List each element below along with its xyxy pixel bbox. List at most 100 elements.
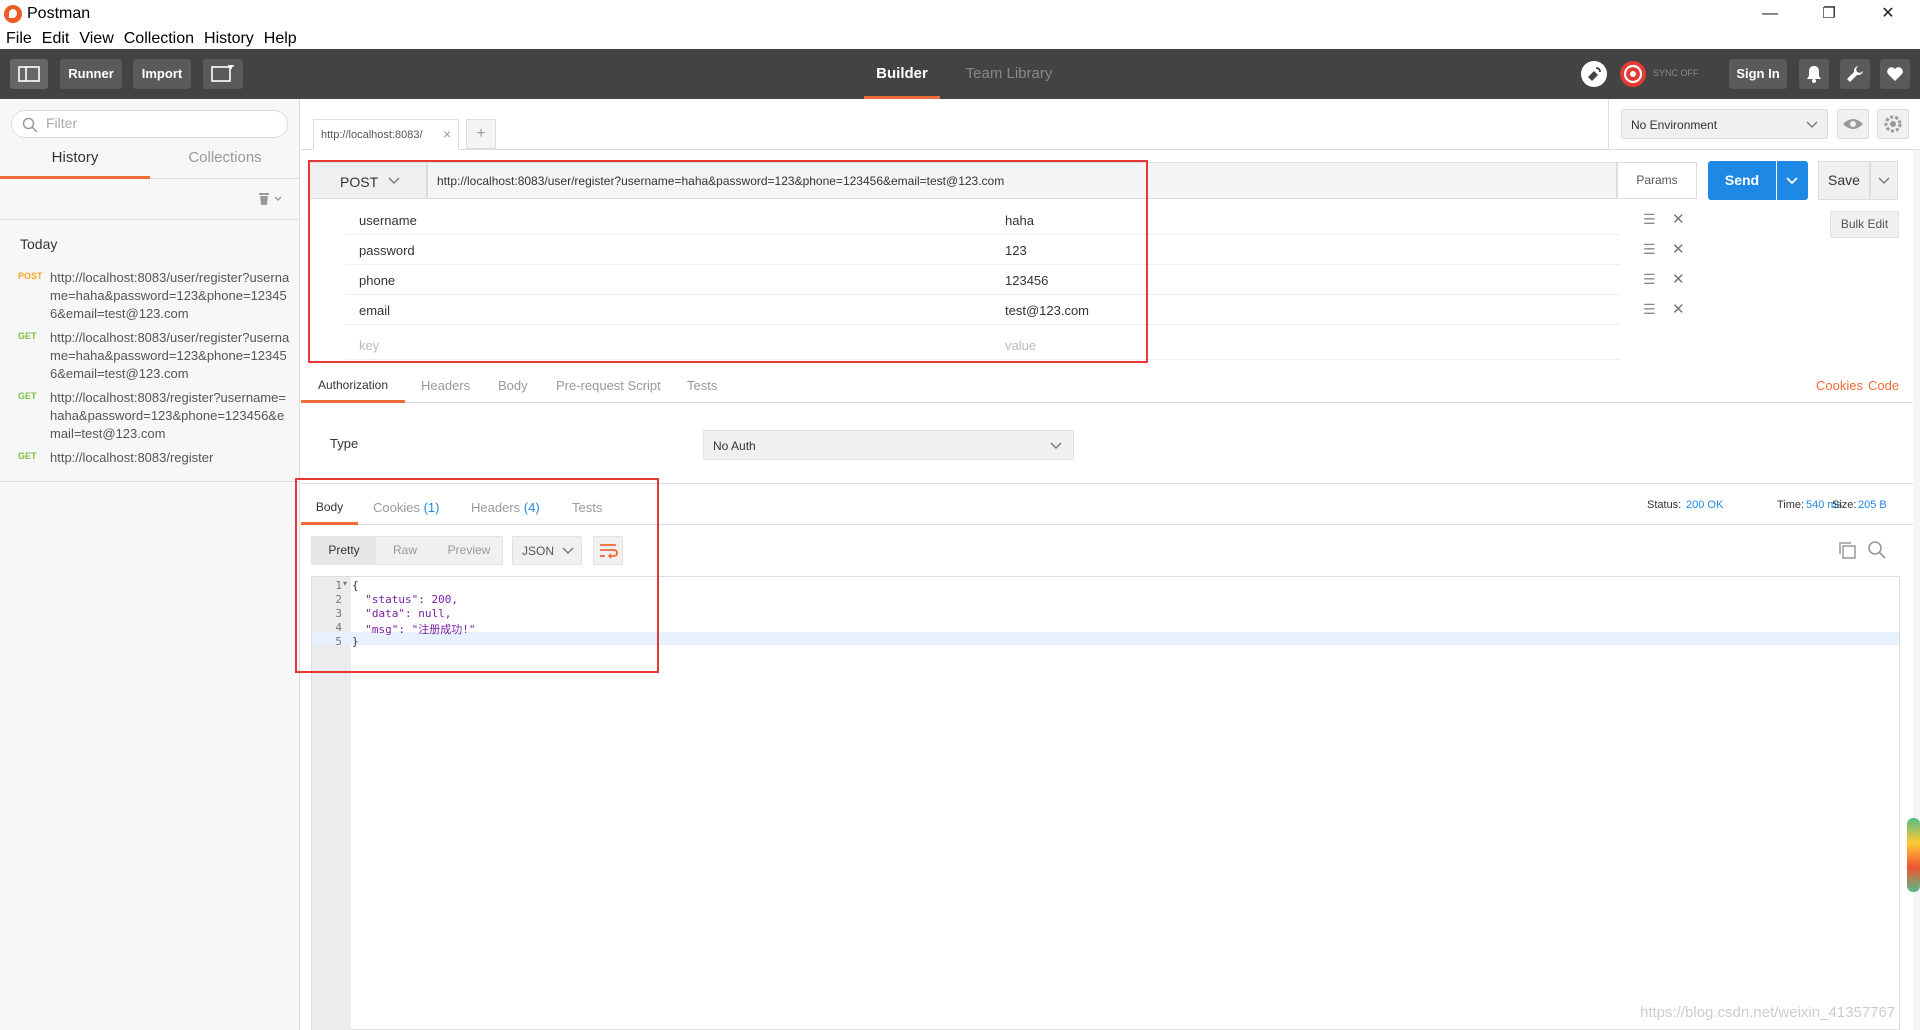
minimize-button[interactable]: — (1742, 0, 1798, 28)
filter-box[interactable] (11, 110, 288, 138)
tab-builder[interactable]: Builder (864, 49, 940, 99)
tab-headers[interactable]: Headers (421, 378, 470, 393)
history-method-badge: GET (18, 391, 37, 401)
interceptor-button[interactable] (1581, 61, 1607, 87)
window-title: Postman (27, 5, 91, 22)
sidebar-icon (18, 66, 40, 82)
annotation-highlight-request (308, 160, 1148, 363)
chevron-down-icon (1050, 442, 1062, 449)
history-url: http://localhost:8083/user/register?user… (50, 330, 290, 381)
notifications-button[interactable] (1799, 59, 1829, 89)
history-method-badge: GET (18, 451, 37, 461)
delete-row-icon[interactable]: ✕ (1672, 300, 1685, 318)
request-tab-strip: http://localhost:8083/ × + No Environmen… (301, 99, 1920, 150)
scrollbar-thumb[interactable] (1907, 818, 1920, 892)
menu-bar: File Edit View Collection History Help (0, 28, 1920, 49)
divider (1608, 99, 1609, 150)
request-subtabs: Authorization Headers Body Pre-request S… (301, 369, 1913, 403)
save-button[interactable]: Save (1818, 161, 1870, 200)
manage-environments-button[interactable] (1877, 109, 1909, 139)
copy-button[interactable] (1837, 540, 1857, 565)
heart-icon (1887, 67, 1903, 81)
search-icon (1868, 541, 1886, 559)
tab-authorization[interactable]: Authorization (301, 369, 405, 403)
drag-handle-icon[interactable]: ☰ (1643, 211, 1656, 228)
sign-in-button[interactable]: Sign In (1729, 59, 1787, 89)
cookies-link[interactable]: Cookies (1816, 378, 1863, 393)
auth-type-value: No Auth (713, 439, 756, 453)
filter-input[interactable] (46, 115, 276, 131)
support-button[interactable] (1880, 59, 1910, 89)
history-url: http://localhost:8083/register?username=… (50, 390, 286, 441)
new-window-button[interactable] (203, 59, 243, 89)
tab-team-library[interactable]: Team Library (954, 49, 1064, 99)
history-method-badge: POST (18, 271, 43, 281)
params-button[interactable]: Params (1617, 162, 1697, 199)
eye-icon (1843, 119, 1863, 129)
satellite-icon (1588, 67, 1601, 81)
status-value: 200 OK (1686, 499, 1724, 511)
page-scrollbar[interactable] (1913, 150, 1920, 1030)
watermark-text: https://blog.csdn.net/weixin_41357767 (1640, 1004, 1896, 1021)
save-options-button[interactable] (1870, 161, 1898, 200)
size-value: 205 B (1858, 499, 1887, 511)
runner-button[interactable]: Runner (60, 59, 122, 89)
chevron-down-icon (1786, 177, 1798, 185)
bulk-edit-button[interactable]: Bulk Edit (1830, 211, 1899, 238)
size-label: Size: (1832, 499, 1857, 511)
environment-quick-look-button[interactable] (1837, 109, 1869, 139)
delete-row-icon[interactable]: ✕ (1672, 210, 1685, 228)
tab-body[interactable]: Body (498, 378, 528, 393)
request-tab[interactable]: http://localhost:8083/ × (313, 119, 459, 150)
bell-icon (1807, 66, 1821, 83)
drag-handle-icon[interactable]: ☰ (1643, 301, 1656, 318)
send-button[interactable]: Send (1708, 161, 1776, 200)
sync-icon (1623, 64, 1643, 84)
send-options-button[interactable] (1777, 161, 1808, 200)
menu-file[interactable]: File (6, 28, 32, 49)
divider (0, 219, 300, 220)
delete-row-icon[interactable]: ✕ (1672, 270, 1685, 288)
status-label: Status: (1647, 499, 1682, 511)
close-window-button[interactable]: ✕ (1860, 0, 1916, 28)
toolbar: Runner Import Builder Team Library SYNC … (0, 49, 1920, 99)
drag-handle-icon[interactable]: ☰ (1643, 241, 1656, 258)
trash-icon (259, 193, 282, 205)
settings-button[interactable] (1840, 59, 1870, 89)
menu-history[interactable]: History (204, 28, 254, 49)
delete-row-icon[interactable]: ✕ (1672, 240, 1685, 258)
tab-history[interactable]: History (0, 149, 150, 179)
tab-collections[interactable]: Collections (150, 149, 300, 179)
clear-history-button[interactable] (257, 190, 285, 211)
sidebar-toggle-button[interactable] (10, 59, 48, 89)
history-group-today: Today (20, 236, 58, 252)
drag-handle-icon[interactable]: ☰ (1643, 271, 1656, 288)
postman-logo-icon (4, 5, 22, 23)
sidebar: History Collections Today POST http://loc… (0, 99, 300, 1030)
code-link[interactable]: Code (1868, 378, 1899, 393)
environment-select[interactable]: No Environment (1621, 109, 1828, 139)
annotation-highlight-response (295, 478, 659, 673)
sync-status-text: SYNC OFF (1653, 68, 1699, 78)
auth-type-select[interactable]: No Auth (703, 430, 1074, 460)
import-button[interactable]: Import (133, 59, 191, 89)
menu-edit[interactable]: Edit (42, 28, 70, 49)
search-response-button[interactable] (1867, 540, 1887, 565)
chevron-down-icon (1806, 121, 1818, 128)
menu-help[interactable]: Help (264, 28, 297, 49)
history-url: http://localhost:8083/register (50, 450, 214, 465)
new-tab-button[interactable]: + (466, 119, 496, 149)
chevron-down-icon (1878, 177, 1890, 184)
menu-collection[interactable]: Collection (124, 28, 194, 49)
request-tab-label: http://localhost:8083/ (321, 129, 423, 141)
time-label: Time: (1777, 499, 1805, 511)
gear-icon (1884, 115, 1902, 133)
wrench-icon (1847, 66, 1863, 82)
close-tab-icon[interactable]: × (443, 126, 451, 142)
divider (0, 481, 300, 482)
maximize-button[interactable]: ❐ (1801, 0, 1857, 28)
sync-status-button[interactable] (1620, 61, 1646, 87)
menu-view[interactable]: View (79, 28, 113, 49)
tab-pre-request-script[interactable]: Pre-request Script (556, 378, 661, 393)
tab-tests[interactable]: Tests (687, 378, 717, 393)
